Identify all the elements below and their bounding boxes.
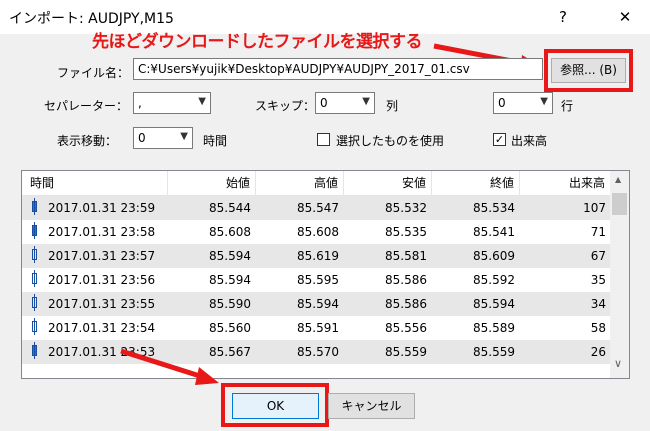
scroll-up-icon[interactable]: ▲ [615,175,621,184]
volume-label: 出来高 [511,134,548,148]
chevron-down-icon: ▼ [198,96,206,107]
close-button[interactable]: ✕ [612,4,638,30]
use-selected-checkbox[interactable] [317,133,330,146]
table-row[interactable]: 2017.01.31 23:56 85.594 85.595 85.586 85… [22,268,611,292]
candle-icon [32,294,37,311]
chevron-down-icon: ▼ [180,131,188,142]
candle-icon [32,246,37,263]
data-table[interactable]: 時間 始値 高値 安値 終値 出来高 2017.01.31 23:59 85.5… [21,170,630,379]
column-header[interactable]: 出来高 [520,171,611,195]
import-dialog: インポート: AUDJPY,M15 ? ✕ 先ほどダウンロードしたファイルを選択… [0,0,650,431]
table-row[interactable]: 2017.01.31 23:53 85.567 85.570 85.559 85… [22,340,611,364]
skip-column-unit: 列 [386,99,399,113]
table-scrollbar[interactable]: ▲ ∨ [610,171,629,378]
skip-label: スキップ： [255,99,316,113]
table-row[interactable]: 2017.01.31 23:58 85.608 85.608 85.535 85… [22,220,611,244]
column-header[interactable]: 始値 [168,171,256,195]
use-selected-label: 選択したものを使用 [336,134,445,148]
column-header[interactable]: 時間 [22,171,168,195]
chevron-down-icon: ▼ [540,96,548,107]
cancel-button[interactable]: キャンセル [328,393,415,419]
table-header: 時間 始値 高値 安値 終値 出来高 [22,171,611,196]
file-name-label: ファイル名： [57,66,130,80]
time-shift-label: 表示移動： [57,134,118,148]
table-row[interactable]: 2017.01.31 23:57 85.594 85.619 85.581 85… [22,244,611,268]
volume-checkbox[interactable]: ✓ [493,133,506,146]
help-button[interactable]: ? [550,4,576,30]
scroll-down-icon[interactable]: ∨ [614,357,622,370]
time-shift-select[interactable]: 0 ▼ [133,127,193,149]
annotation-text: 先ほどダウンロードしたファイルを選択する [92,32,423,52]
table-row[interactable]: 2017.01.31 23:55 85.590 85.594 85.586 85… [22,292,611,316]
column-header[interactable]: 終値 [432,171,520,195]
skip-column-select[interactable]: 0 ▼ [315,92,375,114]
candle-icon [32,318,37,335]
table-row[interactable]: 2017.01.31 23:54 85.560 85.591 85.556 85… [22,316,611,340]
skip-row-unit: 行 [561,99,574,113]
chevron-down-icon: ▼ [362,96,370,107]
window-title: インポート: AUDJPY,M15 [9,11,174,27]
column-header[interactable]: 高値 [256,171,344,195]
separator-label: セパレーター： [44,99,129,113]
candle-icon [32,222,37,239]
time-shift-unit: 時間 [203,134,228,148]
browse-highlight-box [544,49,633,92]
candle-icon [32,198,37,215]
candle-icon [32,270,37,287]
skip-row-select[interactable]: 0 ▼ [493,92,553,114]
ok-highlight-box [221,383,329,427]
file-name-input[interactable]: C:¥Users¥yujik¥Desktop¥AUDJPY¥AUDJPY_201… [133,58,543,80]
table-row[interactable]: 2017.01.31 23:59 85.544 85.547 85.532 85… [22,196,611,220]
scrollbar-thumb[interactable] [612,193,627,215]
column-header[interactable]: 安値 [344,171,432,195]
ok-arrow-icon [120,348,219,385]
separator-select[interactable]: , ▼ [133,92,211,114]
candle-icon [32,342,37,359]
